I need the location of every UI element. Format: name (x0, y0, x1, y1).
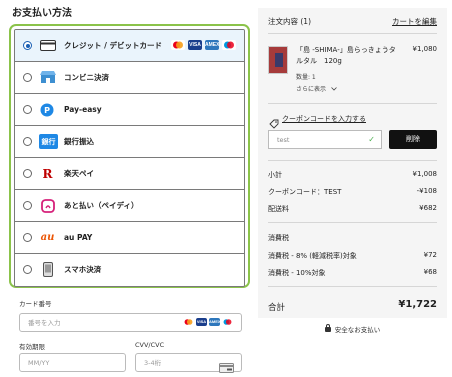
cvv-input[interactable]: 3-4桁 (135, 353, 242, 373)
amex-icon: AMEX (205, 40, 220, 50)
payment-option-rakuten-pay[interactable]: R 楽天ペイ (15, 158, 244, 190)
radio-convenience-store[interactable] (23, 73, 32, 82)
product-thumbnail (268, 46, 288, 74)
radio-credit-card[interactable] (23, 41, 32, 50)
radio-bank-transfer[interactable] (23, 137, 32, 146)
credit-card-icon (39, 38, 56, 53)
expiry-label: 有効期限 (19, 343, 45, 351)
divider (268, 103, 437, 104)
product-name: 「島 -SHIMA-」島らっきょうタルタル 120g (296, 46, 396, 65)
payment-option-bank-transfer[interactable]: 銀行 銀行振込 (15, 126, 244, 158)
secure-payment-text: 安全なお支払い (334, 326, 381, 334)
shipping-label: 配送料 (268, 205, 289, 213)
payment-option-label: 楽天ペイ (64, 169, 94, 178)
rakuten-pay-icon: R (42, 166, 53, 181)
divider (268, 286, 437, 287)
divider (268, 222, 437, 223)
maestro-icon (222, 318, 233, 326)
lock-icon (324, 324, 331, 332)
payment-option-pay-easy[interactable]: P Pay-easy (15, 94, 244, 126)
radio-smartphone[interactable] (23, 265, 32, 274)
coupon-code-input[interactable]: test ✓ (268, 130, 382, 149)
tax-title: 消費税 (268, 234, 289, 242)
payment-section-title: お支払い方法 (12, 8, 72, 19)
maestro-icon (222, 40, 236, 50)
divider (268, 33, 437, 34)
subtotal-label: 小計 (268, 171, 282, 179)
enter-coupon-link[interactable]: クーポンコードを入力する (282, 114, 366, 124)
payment-option-credit-card[interactable]: クレジット / デビットカード VISA AMEX (15, 30, 244, 62)
payment-option-label: 銀行振込 (64, 137, 94, 146)
cvv-card-icon (219, 358, 234, 377)
radio-pay-easy[interactable] (23, 105, 32, 114)
product-quantity: 数量: 1 (296, 74, 316, 81)
coupon-code-value: test (277, 136, 290, 144)
bank-transfer-icon: 銀行 (39, 134, 58, 149)
payment-methods-list: クレジット / デビットカード VISA AMEX コンビニ決済 P Pay-e… (14, 29, 245, 287)
payment-option-au-pay[interactable]: au au PAY (15, 222, 244, 254)
tax-10-label: 消費税 - 10%対象 (268, 269, 326, 277)
payment-option-paidy[interactable]: あと払い（ペイディ） (15, 190, 244, 222)
chevron-down-icon (331, 86, 337, 93)
shipping-value: ¥682 (419, 204, 437, 212)
card-number-input[interactable]: 番号を入力 VISA AMEX (19, 313, 242, 332)
check-icon: ✓ (368, 135, 375, 144)
total-value: ¥1,722 (398, 299, 437, 310)
expiry-placeholder: MM/YY (28, 359, 50, 367)
expiry-input[interactable]: MM/YY (19, 353, 126, 372)
card-number-label: カード番号 (19, 300, 52, 308)
payment-option-label: クレジット / デビットカード (64, 41, 162, 50)
card-number-placeholder: 番号を入力 (28, 319, 61, 327)
payment-option-label: コンビニ決済 (64, 73, 109, 82)
amex-icon: AMEX (209, 318, 221, 326)
visa-icon: VISA (196, 318, 207, 326)
show-more-label: さらに表示 (296, 86, 327, 93)
svg-text:P: P (44, 106, 50, 115)
convenience-store-icon (39, 70, 56, 85)
tax-8-value: ¥72 (423, 251, 437, 259)
edit-cart-link[interactable]: カートを編集 (392, 16, 437, 27)
payment-option-label: スマホ決済 (64, 265, 102, 274)
card-number-brand-logos: VISA AMEX (183, 318, 233, 326)
cvv-placeholder: 3-4桁 (144, 359, 162, 367)
delete-coupon-button[interactable]: 削除 (389, 130, 437, 149)
radio-rakuten-pay[interactable] (23, 169, 32, 178)
secure-payment-note: 安全なお支払い (258, 324, 447, 334)
tax-10-value: ¥68 (423, 268, 437, 276)
smartphone-payment-icon (39, 262, 56, 277)
cvv-label: CVV/CVC (135, 341, 165, 349)
au-pay-icon: au (40, 232, 55, 243)
card-brand-logos: VISA AMEX (171, 40, 236, 50)
payment-option-smartphone[interactable]: スマホ決済 (15, 254, 244, 286)
payment-option-label: Pay-easy (64, 105, 102, 114)
subtotal-value: ¥1,008 (412, 170, 438, 178)
mastercard-icon (183, 318, 194, 326)
visa-icon: VISA (188, 40, 202, 50)
payment-option-label: au PAY (64, 233, 93, 242)
product-price: ¥1,080 (412, 45, 438, 53)
coupon-discount-value: -¥108 (416, 187, 437, 195)
order-summary-panel: 注文内容 (1) カートを編集 「島 -SHIMA-」島らっきょうタルタル 12… (258, 8, 447, 318)
payment-option-label: あと払い（ペイディ） (64, 201, 139, 210)
paidy-icon (39, 198, 56, 213)
show-more-toggle[interactable]: さらに表示 (296, 84, 337, 93)
payment-methods-panel: クレジット / デビットカード VISA AMEX コンビニ決済 P Pay-e… (9, 24, 250, 288)
mastercard-icon (171, 40, 185, 50)
tag-icon (269, 114, 279, 129)
divider (268, 160, 437, 161)
radio-au-pay[interactable] (23, 233, 32, 242)
total-label: 合計 (268, 303, 286, 313)
order-summary-title: 注文内容 (1) (268, 17, 312, 26)
payment-option-convenience-store[interactable]: コンビニ決済 (15, 62, 244, 94)
tax-8-label: 消費税 - 8% (軽減税率)対象 (268, 252, 357, 260)
coupon-discount-label: クーポンコード：TEST (268, 188, 342, 196)
radio-paidy[interactable] (23, 201, 32, 210)
pay-easy-icon: P (39, 102, 56, 117)
